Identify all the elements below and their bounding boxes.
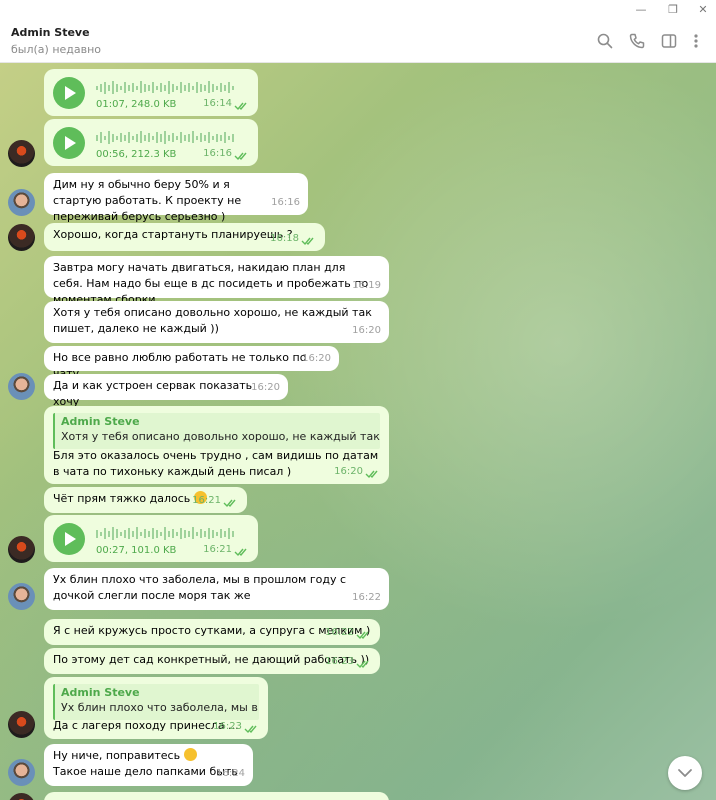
message-text: Я с ней кружусь просто сутками, а супруг… <box>53 624 371 637</box>
incoming-message: Да и как устроен сервак показать хочу 16… <box>44 374 288 408</box>
incoming-message: Дим ну я обычно беру 50% и я стартую раб… <box>44 173 308 223</box>
double-check-icon <box>365 470 378 479</box>
sidebar-icon[interactable] <box>659 31 679 51</box>
waveform[interactable] <box>96 525 236 541</box>
message-text: Такое наше дело папками быть <box>53 765 238 778</box>
avatar[interactable] <box>8 373 35 400</box>
restore-button[interactable]: ❐ <box>658 0 688 20</box>
voice-message: 01:07, 248.0 KB 16:14 <box>44 69 258 116</box>
outgoing-message: Хорошо, когда стартануть планируешь ? 16… <box>44 223 325 251</box>
message-time: 16:20 <box>334 466 363 477</box>
message-text: Чёт прям тяжко далось <box>53 492 191 505</box>
voice-message: 00:56, 212.3 KB 16:16 <box>44 119 258 166</box>
avatar[interactable] <box>8 189 35 216</box>
outgoing-message: Admin Steve Ух блин плохо что заболела, … <box>44 677 268 739</box>
message-text: Ух блин плохо что заболела, мы в прошлом… <box>53 573 347 602</box>
play-icon[interactable] <box>53 127 85 159</box>
chat-header: Admin Steve был(а) недавно <box>0 20 716 63</box>
play-icon[interactable] <box>53 523 85 555</box>
avatar[interactable] <box>8 793 35 800</box>
message-time: 16:23 <box>213 721 242 732</box>
reply-author: Admin Steve <box>61 415 140 428</box>
reply-preview[interactable]: Admin Steve Хотя у тебя описано довольно… <box>53 413 380 449</box>
avatar[interactable] <box>8 759 35 786</box>
incoming-message: Завтра могу начать двигаться, накидаю пл… <box>44 256 389 306</box>
message-time: 16:23 <box>325 656 354 667</box>
search-icon[interactable] <box>595 31 615 51</box>
voice-duration: 00:56, 212.3 KB <box>96 149 177 160</box>
avatar[interactable] <box>8 711 35 738</box>
waveform[interactable] <box>96 129 236 145</box>
incoming-message: Хотя у тебя описано довольно хорошо, не … <box>44 301 389 343</box>
double-check-icon <box>234 152 247 161</box>
incoming-message: Ух блин плохо что заболела, мы в прошлом… <box>44 568 389 610</box>
close-button[interactable]: ✕ <box>688 0 716 20</box>
reply-author: Admin Steve <box>61 686 140 699</box>
avatar[interactable] <box>8 224 35 251</box>
double-check-icon <box>356 660 369 669</box>
outgoing-message: Чёт прям тяжко далось 16:21 <box>44 487 247 513</box>
message-time: 16:21 <box>203 544 232 555</box>
contact-status: был(а) недавно <box>11 43 102 56</box>
message-text: Ну ниче, поправитесь <box>53 749 181 762</box>
message-time: 16:24 <box>216 768 245 779</box>
message-time: 16:22 <box>352 592 381 603</box>
voice-duration: 01:07, 248.0 KB <box>96 99 177 110</box>
minimize-button[interactable]: — <box>626 0 656 20</box>
outgoing-message: Я с ней кружусь просто сутками, а супруг… <box>44 619 380 645</box>
voice-duration: 00:27, 101.0 KB <box>96 545 177 556</box>
message-time: 16:14 <box>203 98 232 109</box>
incoming-message: Но все равно люблю работать не только по… <box>44 346 339 380</box>
message-text: Хотя у тебя описано довольно хорошо, не … <box>53 306 372 335</box>
message-text: Да с лагеря походу принесла ... <box>53 719 239 732</box>
message-list[interactable]: 01:07, 248.0 KB 16:14 00:56, 212.3 KB 16… <box>0 63 716 800</box>
outgoing-message: По этому дет сад конкретный, не дающий р… <box>44 648 380 674</box>
reply-text: Хотя у тебя описано довольно хорошо, не … <box>61 430 380 443</box>
message-time: 16:20 <box>352 325 381 336</box>
outgoing-message: Admin Steve Хотя у тебя описано довольно… <box>44 406 389 484</box>
avatar[interactable] <box>8 536 35 563</box>
double-check-icon <box>234 102 247 111</box>
more-icon[interactable] <box>686 31 706 51</box>
message-time: 16:20 <box>251 382 280 393</box>
double-check-icon <box>244 725 257 734</box>
message-time: 16:22 <box>325 627 354 638</box>
reply-text: Ух блин плохо что заболела, мы в пр... <box>61 701 259 714</box>
avatar[interactable] <box>8 583 35 610</box>
outgoing-message <box>44 792 389 800</box>
double-check-icon <box>301 237 314 246</box>
thumbs-up-emoji-icon <box>183 748 197 761</box>
double-check-icon <box>234 548 247 557</box>
message-text: Дим ну я обычно беру 50% и я стартую раб… <box>53 178 242 223</box>
message-time: 16:20 <box>302 353 331 364</box>
message-text: Хорошо, когда стартануть планируешь ? <box>53 228 293 241</box>
double-check-icon <box>356 631 369 640</box>
double-check-icon <box>223 499 236 508</box>
contact-name[interactable]: Admin Steve <box>11 26 90 39</box>
message-time: 16:19 <box>352 280 381 291</box>
message-time: 16:21 <box>192 495 221 506</box>
reply-preview[interactable]: Admin Steve Ух блин плохо что заболела, … <box>53 684 259 720</box>
message-text: Да и как устроен сервак показать хочу <box>53 379 253 408</box>
message-time: 16:18 <box>270 233 299 244</box>
window-titlebar: — ❐ ✕ <box>0 0 716 20</box>
phone-icon[interactable] <box>627 31 647 51</box>
message-time: 16:16 <box>203 148 232 159</box>
play-icon[interactable] <box>53 77 85 109</box>
chevron-down-icon <box>678 769 692 777</box>
voice-message: 00:27, 101.0 KB 16:21 <box>44 515 258 562</box>
message-time: 16:16 <box>271 197 300 208</box>
waveform[interactable] <box>96 79 236 95</box>
scroll-down-button[interactable] <box>668 756 702 790</box>
incoming-message: Ну ниче, поправитесь Такое наше дело пап… <box>44 744 253 786</box>
message-text: По этому дет сад конкретный, не дающий р… <box>53 653 370 666</box>
avatar[interactable] <box>8 140 35 167</box>
